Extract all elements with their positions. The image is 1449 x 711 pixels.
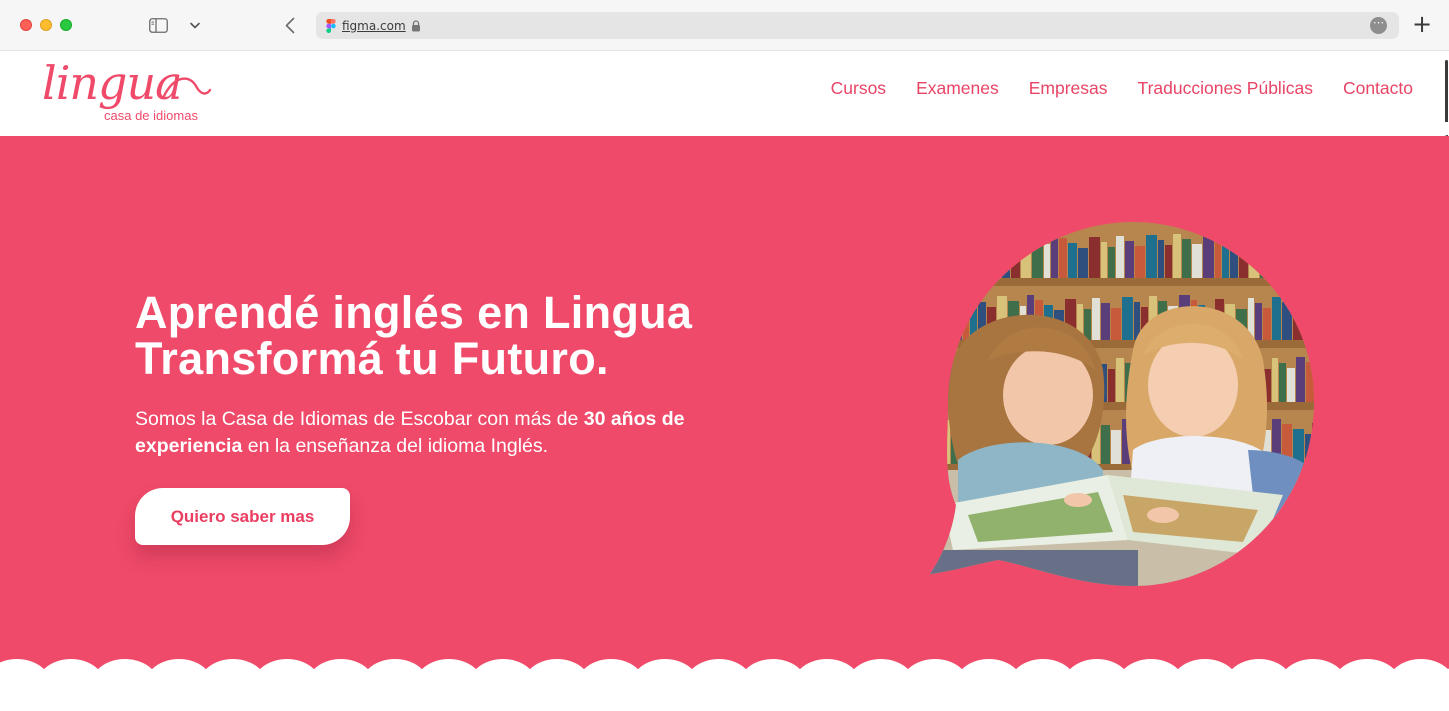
chevron-down-icon	[190, 22, 200, 28]
hero-description: Somos la Casa de Idiomas de Escobar con …	[135, 406, 755, 460]
cta-button[interactable]: Quiero saber mas	[135, 488, 350, 545]
main-nav: Cursos Examenes Empresas Traducciones Pú…	[831, 78, 1413, 99]
close-window-button[interactable]	[20, 19, 32, 31]
back-button[interactable]	[280, 14, 300, 36]
back-arrow-icon	[285, 17, 295, 33]
logo-swash-icon	[162, 77, 212, 98]
plus-icon[interactable]: +	[1410, 12, 1434, 38]
figma-icon	[326, 18, 336, 33]
browser-toolbar: figma.com ⋯ +	[0, 0, 1449, 51]
lock-icon	[411, 19, 421, 32]
more-icon[interactable]: ⋯	[1370, 17, 1387, 34]
nav-link-empresas[interactable]: Empresas	[1029, 78, 1108, 99]
nav-link-examenes[interactable]: Examenes	[916, 78, 999, 99]
zoom-window-button[interactable]	[60, 19, 72, 31]
hero-title-line-2: Transformá tu Futuro.	[135, 333, 609, 384]
hero-photo	[930, 222, 1315, 586]
sidebar-toggle-button[interactable]	[147, 14, 169, 36]
url-text: figma.com	[342, 18, 406, 33]
tab-group-dropdown-button[interactable]	[186, 14, 204, 36]
nav-link-traducciones[interactable]: Traducciones Públicas	[1138, 78, 1313, 99]
cloud-divider-bottom	[0, 659, 1449, 711]
logo-tagline: casa de idiomas	[104, 108, 198, 123]
minimize-window-button[interactable]	[40, 19, 52, 31]
scalloped-divider-top	[0, 122, 1449, 136]
hero-title: Aprendé inglés en Lingua Transformá tu F…	[135, 290, 692, 382]
address-bar[interactable]: figma.com ⋯	[316, 12, 1399, 39]
nav-link-cursos[interactable]: Cursos	[831, 78, 886, 99]
hero-desc-text-2: en la enseñanza del idioma Inglés.	[242, 435, 549, 457]
logo[interactable]: lingua casa de idiomas	[38, 56, 218, 128]
sidebar-icon	[148, 17, 168, 33]
hero-desc-text-1: Somos la Casa de Idiomas de Escobar con …	[135, 408, 584, 430]
hero-title-line-1: Aprendé inglés en Lingua	[135, 287, 693, 338]
nav-link-contacto[interactable]: Contacto	[1343, 78, 1413, 99]
